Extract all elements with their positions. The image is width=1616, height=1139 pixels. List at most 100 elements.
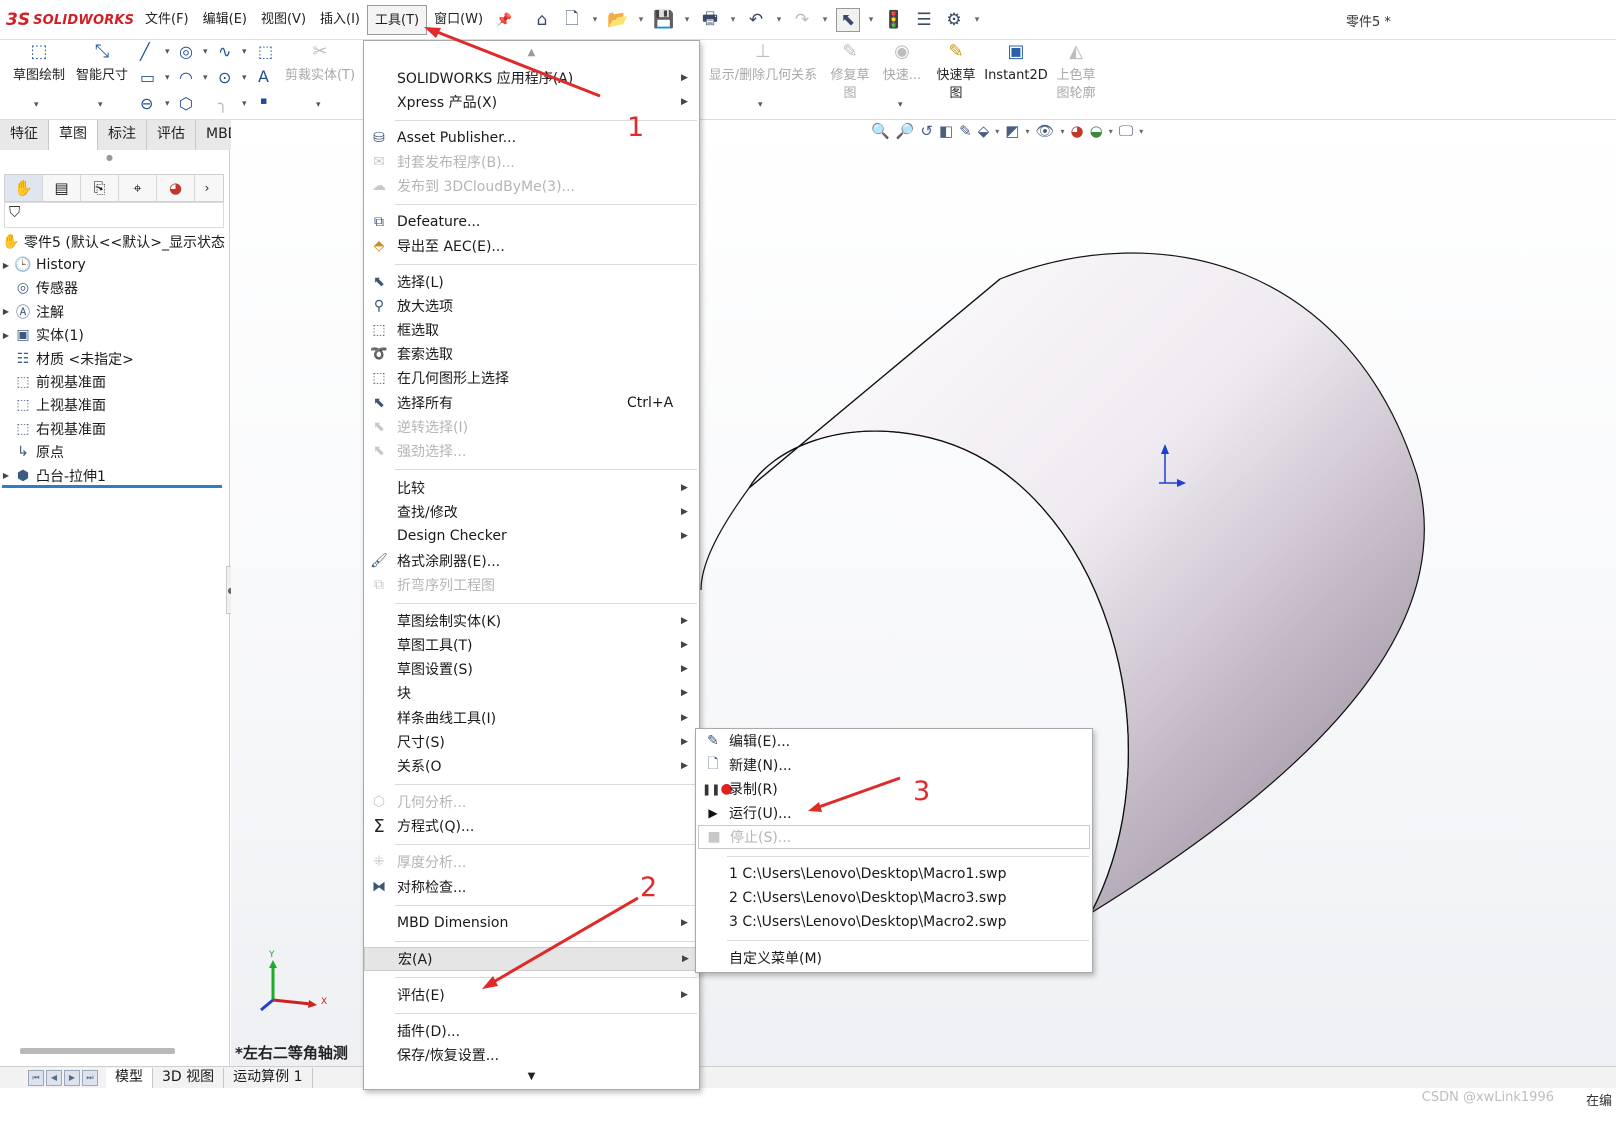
ellipse-icon[interactable]: ⊙ xyxy=(218,68,231,87)
tree-item-sensors[interactable]: ◎ 传感器 xyxy=(0,277,228,300)
menu-file[interactable]: 文件(F) xyxy=(138,5,196,35)
configuration-manager-icon[interactable]: ⎘ xyxy=(81,175,119,201)
previous-view-icon[interactable]: ↺ xyxy=(920,122,933,140)
chevron-down-icon[interactable]: ▾ xyxy=(242,99,247,109)
macro-new-item[interactable]: 🗋 新建(N)... xyxy=(696,753,1092,777)
feature-manager-icon[interactable]: ✋ xyxy=(5,175,43,201)
tree-item-origin[interactable]: ↳ 原点 xyxy=(0,441,228,464)
line-icon[interactable]: ╱ xyxy=(140,42,150,61)
chevron-down-icon[interactable]: ▾ xyxy=(995,127,999,136)
open-icon[interactable]: 📂 xyxy=(606,8,630,32)
home-icon[interactable]: ⌂ xyxy=(530,8,554,32)
chevron-down-icon[interactable]: ▾ xyxy=(636,8,646,32)
menu-item-relations[interactable]: 关系(O ▶ xyxy=(364,754,699,778)
tree-item-material[interactable]: ☷ 材质 <未指定> xyxy=(0,347,228,370)
fillet-icon[interactable]: ╮ xyxy=(218,94,228,113)
menu-item-defeature[interactable]: ⧉ Defeature... xyxy=(364,210,699,234)
menu-item-bend-sequence[interactable]: ⧉ 折弯序列工程图 xyxy=(364,573,699,597)
dimxpert-manager-icon[interactable]: ⌖ xyxy=(119,175,157,201)
tab-motion-study[interactable]: 运动算例 1 xyxy=(224,1067,313,1088)
slot-icon[interactable]: ⊖ xyxy=(140,94,153,113)
redo-icon[interactable]: ↷ xyxy=(790,8,814,32)
chevron-down-icon[interactable]: ▾ xyxy=(1139,127,1143,136)
tab-model[interactable]: 模型 xyxy=(106,1067,153,1088)
menu-item-find-modify[interactable]: 查找/修改 ▶ xyxy=(364,500,699,524)
spline-icon[interactable]: ∿ xyxy=(218,42,231,61)
chevron-right-icon[interactable]: › xyxy=(195,175,219,201)
tab-evaluate[interactable]: 评估 xyxy=(147,120,196,150)
chevron-down-icon[interactable]: ▾ xyxy=(165,73,170,83)
chevron-down-icon[interactable]: ▾ xyxy=(682,8,692,32)
chevron-down-icon[interactable]: ▾ xyxy=(98,100,103,110)
chevron-down-icon[interactable]: ▾ xyxy=(866,8,876,32)
tab-sketch[interactable]: 草图 xyxy=(49,120,98,150)
pin-icon[interactable]: 📌 xyxy=(496,13,512,28)
menu-item-compare[interactable]: 比较 ▶ xyxy=(364,476,699,500)
smart-dimension-button[interactable]: ⤡ 智能尺寸 xyxy=(73,43,131,85)
shaded-sketch-contours-button[interactable]: ◭ 上色草图轮廓 xyxy=(1052,43,1100,103)
quick-snaps-button[interactable]: ◉ 快速... xyxy=(882,43,922,85)
chevron-down-icon[interactable]: ▾ xyxy=(1025,127,1029,136)
menu-item-macro[interactable]: 宏(A) ▶ xyxy=(364,947,699,971)
menu-item-save-restore-settings[interactable]: 保存/恢复设置... xyxy=(364,1043,699,1067)
expand-icon[interactable]: ▶ xyxy=(0,261,12,270)
expand-icon[interactable]: ▶ xyxy=(0,307,12,316)
apply-scene-icon[interactable]: ◒ xyxy=(1090,122,1103,140)
dynamic-annotation-icon[interactable]: ✎ xyxy=(959,122,972,140)
menu-item-solidworks-applications[interactable]: SOLIDWORKS 应用程序(A) ▶ xyxy=(364,66,699,90)
menu-view[interactable]: 视图(V) xyxy=(254,5,313,35)
tab-features[interactable]: 特征 xyxy=(0,120,49,150)
instant2d-button[interactable]: ▣ Instant2D xyxy=(984,43,1048,85)
menu-item-design-checker[interactable]: Design Checker ▶ xyxy=(364,524,699,548)
rectangle-icon[interactable]: ▭ xyxy=(140,68,155,87)
text-icon[interactable]: A xyxy=(258,67,269,86)
macro-stop-item[interactable]: ■ 停止(S)... xyxy=(698,825,1090,849)
macro-record-item[interactable]: ❚❚● 录制(R) xyxy=(696,777,1092,801)
tree-item-top-plane[interactable]: ⬚ 上视基准面 xyxy=(0,394,228,417)
print-icon[interactable]: 🖶 xyxy=(698,8,722,32)
menu-item-publish-3dcloud[interactable]: ☁ 发布到 3DCloudByMe(3)... xyxy=(364,174,699,198)
property-manager-icon[interactable]: ▤ xyxy=(43,175,81,201)
chevron-down-icon[interactable]: ▾ xyxy=(820,8,830,32)
first-tab-icon[interactable]: ⏮ xyxy=(28,1069,44,1086)
select-icon[interactable]: ⬉ xyxy=(836,8,860,32)
menu-item-box-select[interactable]: ⬚ 框选取 xyxy=(364,318,699,342)
menu-item-evaluate[interactable]: 评估(E) ▶ xyxy=(364,983,699,1007)
menu-item-asset-publisher[interactable]: ⛁ Asset Publisher... xyxy=(364,126,699,150)
new-document-icon[interactable]: 🗋 xyxy=(560,8,584,32)
file-properties-icon[interactable]: ☰ xyxy=(912,8,936,32)
edit-appearance-icon[interactable]: ◕ xyxy=(1071,122,1084,140)
menu-item-add-ins[interactable]: 插件(D)... xyxy=(364,1019,699,1043)
sketch-button[interactable]: ⬚ 草图绘制 xyxy=(8,43,70,85)
zoom-to-fit-icon[interactable]: 🔍 xyxy=(871,122,890,140)
solidworks-logo[interactable]: 3S SOLIDWORKS xyxy=(6,9,134,31)
point-icon[interactable]: ▪ xyxy=(260,94,267,107)
tab-3d-view[interactable]: 3D 视图 xyxy=(153,1067,225,1088)
tree-item-boss-extrude1[interactable]: ▶ ⬢ 凸台-拉伸1 xyxy=(0,464,228,487)
chevron-down-icon[interactable]: ▾ xyxy=(203,47,208,57)
last-tab-icon[interactable]: ⏭ xyxy=(82,1069,98,1086)
chevron-down-icon[interactable]: ▾ xyxy=(972,8,982,32)
menu-insert[interactable]: 插入(I) xyxy=(313,5,367,35)
menu-item-equations[interactable]: Σ 方程式(Q)... xyxy=(364,814,699,838)
hide-show-items-icon[interactable]: 👁 xyxy=(1035,122,1054,140)
polygon-icon[interactable]: ⬡ xyxy=(179,94,193,113)
menu-item-blocks[interactable]: 块 ▶ xyxy=(364,681,699,705)
menu-tools[interactable]: 工具(T) xyxy=(367,5,428,35)
display-manager-icon[interactable]: ◕ xyxy=(157,175,195,201)
panel-grip-icon[interactable]: ● xyxy=(106,153,113,162)
chevron-down-icon[interactable]: ▾ xyxy=(898,100,903,110)
arc-icon[interactable]: ◠ xyxy=(179,68,193,87)
chevron-down-icon[interactable]: ▾ xyxy=(242,73,247,83)
tab-markup[interactable]: 标注 xyxy=(98,120,147,150)
menu-item-mbd-dimension[interactable]: MBD Dimension ▶ xyxy=(364,911,699,935)
circle-icon[interactable]: ◎ xyxy=(179,42,193,61)
menu-item-power-select[interactable]: ⬉ 强劲选择... xyxy=(364,439,699,463)
horizontal-scrollbar[interactable] xyxy=(20,1048,175,1054)
menu-edit[interactable]: 编辑(E) xyxy=(196,5,254,35)
trim-entities-button[interactable]: ✂ 剪裁实体(T) xyxy=(284,43,356,85)
menu-item-select[interactable]: ⬉ 选择(L) xyxy=(364,270,699,294)
tree-item-front-plane[interactable]: ⬚ 前视基准面 xyxy=(0,370,228,393)
menu-item-sketch-settings[interactable]: 草图设置(S) ▶ xyxy=(364,657,699,681)
zoom-to-area-icon[interactable]: 🔎 xyxy=(896,122,915,140)
